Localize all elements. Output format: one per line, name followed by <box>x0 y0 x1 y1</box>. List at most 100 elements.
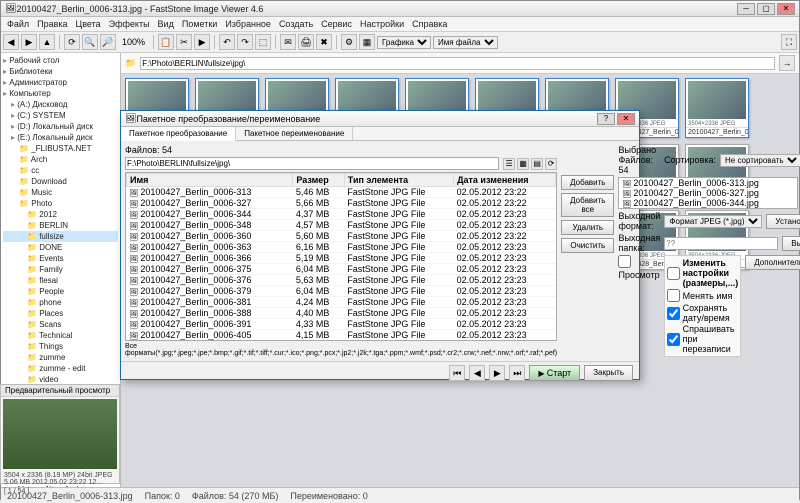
dialog-close-button[interactable]: ✕ <box>617 113 635 125</box>
table-row[interactable]: 20100427_Berlin_0006-3605,60 MBFastStone… <box>127 231 556 242</box>
table-row[interactable]: 20100427_Berlin_0006-3814,24 MBFastStone… <box>127 297 556 308</box>
tree-Events[interactable]: Events <box>3 253 118 264</box>
tree-fullsize[interactable]: fullsize <box>3 231 118 242</box>
clear-button[interactable]: Очистить <box>561 238 614 253</box>
tree-Arch[interactable]: Arch <box>3 154 118 165</box>
thumbnail[interactable]: 3504×2336 JPEG20100427_Berlin_000... <box>685 78 749 138</box>
col-header[interactable]: Имя <box>127 174 293 187</box>
col-header[interactable]: Дата изменения <box>454 174 556 187</box>
fullscreen-icon[interactable]: ⛶ <box>781 34 797 50</box>
maximize-button[interactable]: ▢ <box>757 3 775 15</box>
advanced-button[interactable]: Дополнительно <box>745 255 800 270</box>
col-header[interactable]: Размер <box>293 174 344 187</box>
tree-Family[interactable]: Family <box>3 264 118 275</box>
minimize-button[interactable]: ─ <box>737 3 755 15</box>
menu-Сервис[interactable]: Сервис <box>321 19 352 29</box>
add-button[interactable]: Добавить <box>561 175 614 190</box>
tree-Things[interactable]: Things <box>3 341 118 352</box>
list-item[interactable]: 20100427_Berlin_0006-348.jpg <box>619 208 797 209</box>
out-dir-input[interactable] <box>664 237 778 250</box>
tree-Download[interactable]: Download <box>3 176 118 187</box>
tab-rename[interactable]: Пакетное переименование <box>236 127 353 140</box>
nav-first-icon[interactable]: ⏮ <box>449 365 465 381</box>
table-row[interactable]: 20100427_Berlin_0006-3636,16 MBFastStone… <box>127 242 556 253</box>
resize-checkbox[interactable] <box>667 267 680 280</box>
tab-convert[interactable]: Пакетное преобразование <box>121 127 236 141</box>
go-button[interactable]: → <box>779 55 795 71</box>
tree-zumme[interactable]: zumme <box>3 352 118 363</box>
delete-icon[interactable]: ✖ <box>316 34 332 50</box>
sort-select[interactable]: Имя файла <box>433 36 498 49</box>
menu-Пометки[interactable]: Пометки <box>182 19 217 29</box>
print-icon[interactable]: 🖨 <box>298 34 314 50</box>
keep-date-checkbox[interactable] <box>667 307 680 320</box>
table-row[interactable]: 20100427_Berlin_0006-3884,40 MBFastStone… <box>127 308 556 319</box>
tree-phone[interactable]: phone <box>3 297 118 308</box>
out-format-select[interactable]: Формат JPEG (*.jpg) <box>664 215 762 228</box>
dialog-help-button[interactable]: ? <box>597 113 615 125</box>
tree-zumme - edit[interactable]: zumme - edit <box>3 363 118 374</box>
menu-Файл[interactable]: Файл <box>7 19 29 29</box>
dialog-close-btn[interactable]: Закрыть <box>584 365 633 381</box>
source-path-input[interactable] <box>125 157 499 170</box>
rename-checkbox[interactable] <box>667 289 680 302</box>
tree-Photo[interactable]: Photo <box>3 198 118 209</box>
selected-file-list[interactable]: 20100427_Berlin_0006-313.jpg20100427_Ber… <box>618 177 798 209</box>
menu-Эффекты[interactable]: Эффекты <box>109 19 150 29</box>
crop-icon[interactable]: ⬚ <box>255 34 271 50</box>
refresh-list-icon[interactable]: ⟳ <box>545 158 557 170</box>
remove-button[interactable]: Удалить <box>561 220 614 235</box>
table-row[interactable]: 20100428_Berlin_0006-75,70 MBFastStone J… <box>127 341 556 342</box>
menu-Справка[interactable]: Справка <box>412 19 447 29</box>
start-button[interactable]: ▶ Старт <box>529 365 580 381</box>
tree-_FLIBUSTA.NET[interactable]: _FLIBUSTA.NET <box>3 143 118 154</box>
list-view-icon[interactable]: ☰ <box>503 158 515 170</box>
settings-icon[interactable]: ⚙ <box>341 34 357 50</box>
sort-dropdown[interactable]: Не сортировать <box>720 154 800 167</box>
add-all-button[interactable]: Добавить все <box>561 193 614 217</box>
nav-next-icon[interactable]: ▶ <box>489 365 505 381</box>
detail-view-icon[interactable]: ▤ <box>531 158 543 170</box>
tree-cc[interactable]: cc <box>3 165 118 176</box>
list-item[interactable]: 20100427_Berlin_0006-327.jpg <box>619 188 797 198</box>
browse-button[interactable]: Выбрать <box>782 236 800 251</box>
menu-Настройки[interactable]: Настройки <box>360 19 404 29</box>
up-button[interactable]: ▲ <box>39 34 55 50</box>
preview-checkbox[interactable] <box>618 255 631 268</box>
tree-Music[interactable]: Music <box>3 187 118 198</box>
zoom-out-icon[interactable]: 🔎 <box>100 34 116 50</box>
table-row[interactable]: 20100427_Berlin_0006-3665,19 MBFastStone… <box>127 253 556 264</box>
tree-(D:) Локальный диск[interactable]: (D:) Локальный диск <box>3 121 118 132</box>
source-file-list[interactable]: ИмяРазмерТип элементаДата изменения20100… <box>125 172 557 341</box>
tree-Technical[interactable]: Technical <box>3 330 118 341</box>
tree-flesai[interactable]: flesai <box>3 275 118 286</box>
menu-Создать[interactable]: Создать <box>279 19 313 29</box>
filter-select[interactable]: Графика <box>377 36 431 49</box>
forward-button[interactable]: ▶ <box>21 34 37 50</box>
table-row[interactable]: 20100427_Berlin_0006-3275,66 MBFastStone… <box>127 198 556 209</box>
copy-icon[interactable]: 📋 <box>158 34 174 50</box>
tree-(C:) SYSTEM[interactable]: (C:) SYSTEM <box>3 110 118 121</box>
tree-BERLIN[interactable]: BERLIN <box>3 220 118 231</box>
grid-view-icon[interactable]: ▦ <box>517 158 529 170</box>
table-row[interactable]: 20100427_Berlin_0006-4054,15 MBFastStone… <box>127 330 556 341</box>
list-item[interactable]: 20100427_Berlin_0006-313.jpg <box>619 178 797 188</box>
close-button[interactable]: ✕ <box>777 3 795 15</box>
menu-Цвета[interactable]: Цвета <box>76 19 101 29</box>
rotate-right-icon[interactable]: ↷ <box>237 34 253 50</box>
tree-(E:) Локальный диск[interactable]: (E:) Локальный диск <box>3 132 118 143</box>
view-mode-icon[interactable]: ▦ <box>359 34 375 50</box>
confirm-checkbox[interactable] <box>667 333 680 346</box>
tree-(A:) Дисковод[interactable]: (A:) Дисковод <box>3 99 118 110</box>
table-row[interactable]: 20100427_Berlin_0006-3444,37 MBFastStone… <box>127 209 556 220</box>
table-row[interactable]: 20100427_Berlin_0006-3756,04 MBFastStone… <box>127 264 556 275</box>
zoom-in-icon[interactable]: 🔍 <box>82 34 98 50</box>
menu-Избранное[interactable]: Избранное <box>225 19 271 29</box>
nav-last-icon[interactable]: ⏭ <box>509 365 525 381</box>
refresh-icon[interactable]: ⟳ <box>64 34 80 50</box>
slideshow-icon[interactable]: ▶ <box>194 34 210 50</box>
tree-People[interactable]: People <box>3 286 118 297</box>
table-row[interactable]: 20100427_Berlin_0006-3484,57 MBFastStone… <box>127 220 556 231</box>
tree-Компьютер[interactable]: Компьютер <box>3 88 118 99</box>
tree-Scans[interactable]: Scans <box>3 319 118 330</box>
